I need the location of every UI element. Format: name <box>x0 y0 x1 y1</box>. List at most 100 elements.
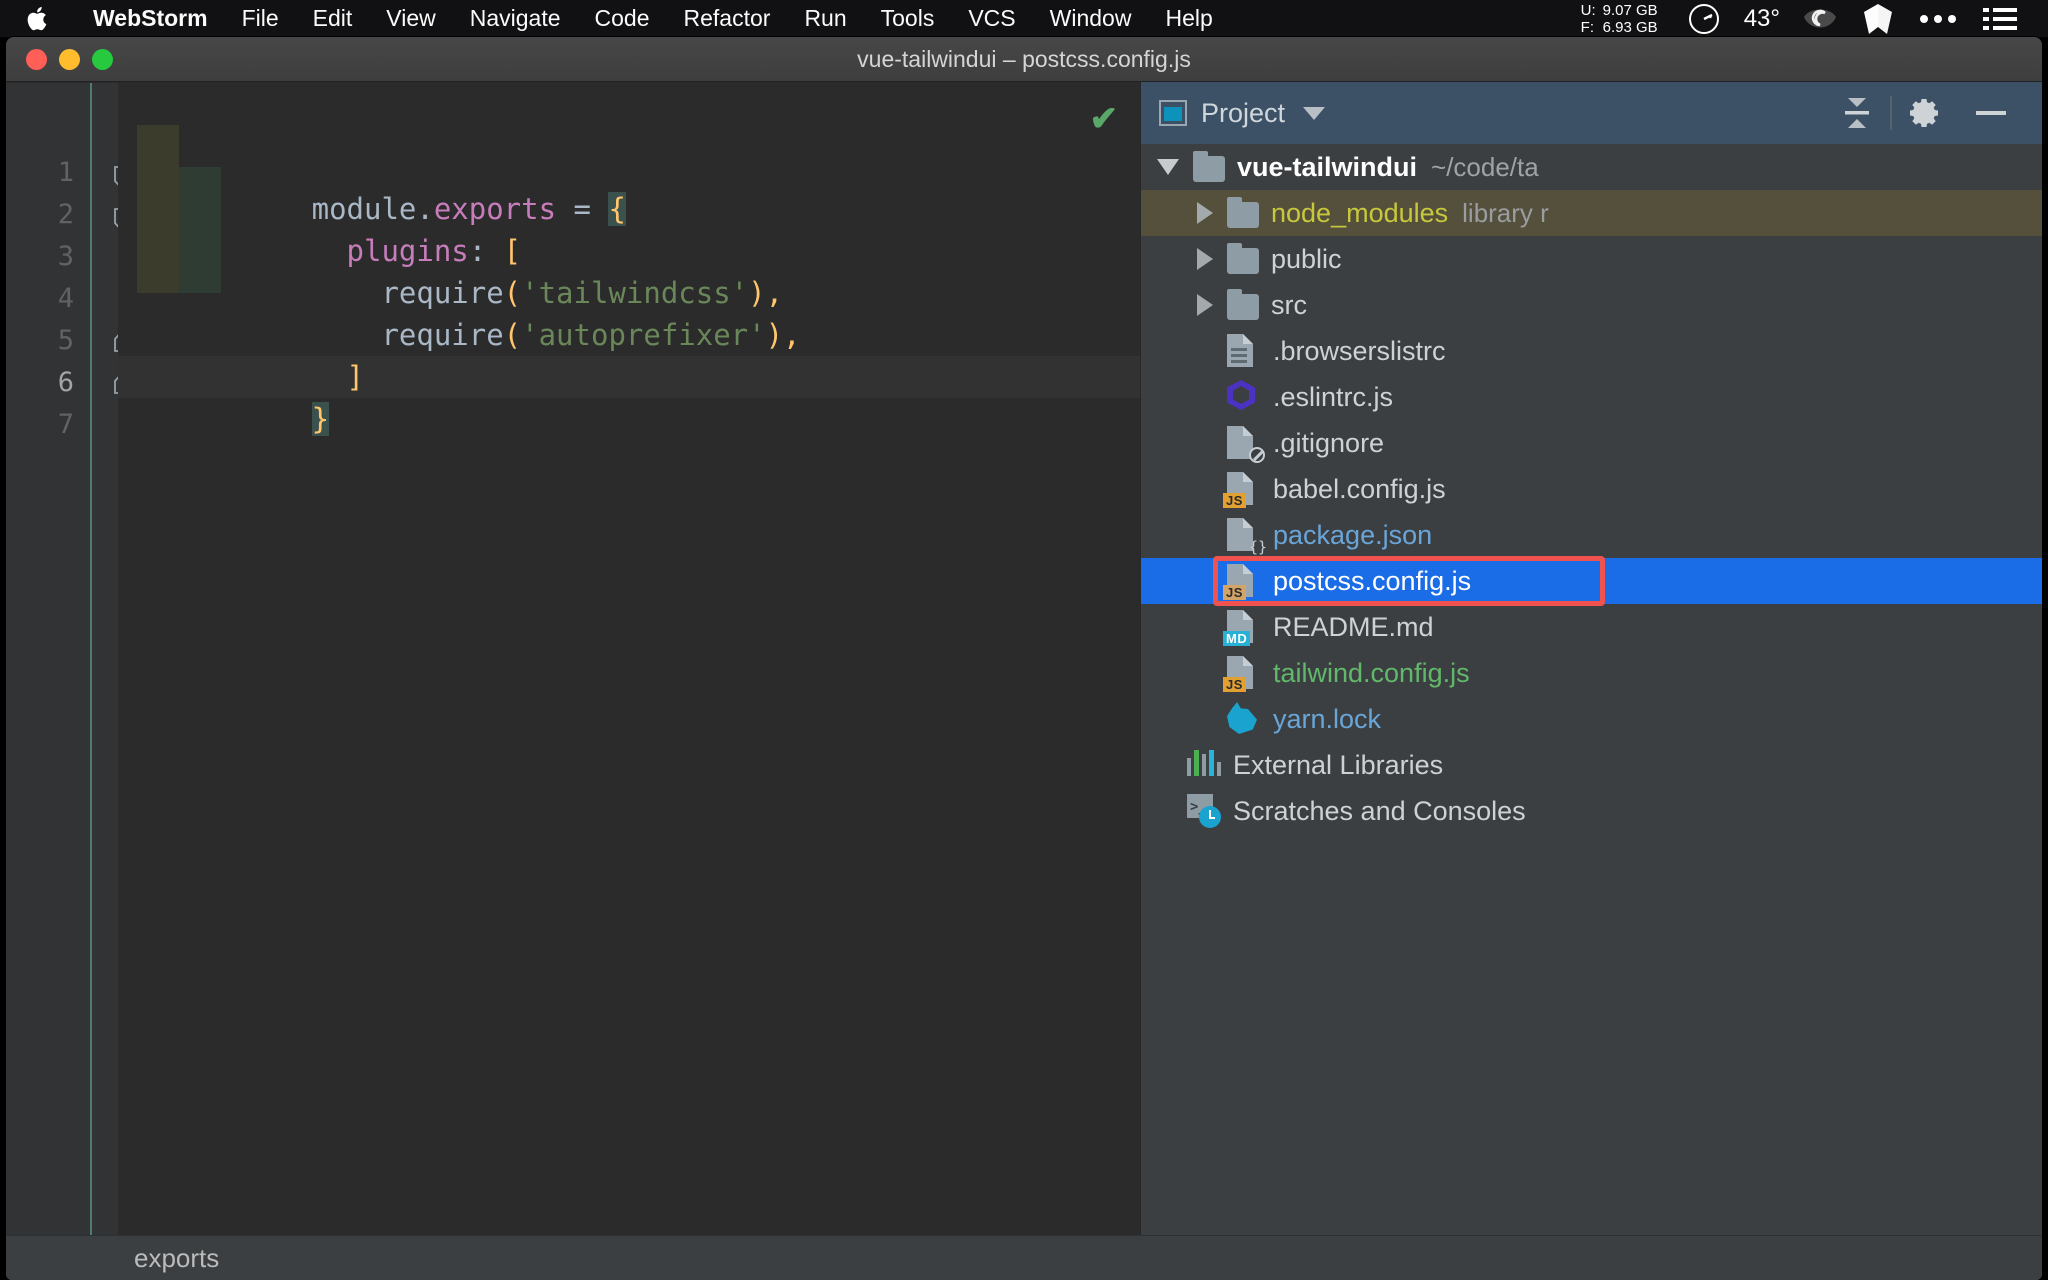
tree-item-eslintrc[interactable]: .eslintrc.js <box>1141 374 2042 420</box>
line-number-7: 7 <box>57 409 74 440</box>
project-file-tree[interactable]: vue-tailwindui ~/code/ta node_modules li… <box>1141 144 2042 1280</box>
js-file-icon: JS <box>1223 656 1261 692</box>
tree-item-label: .gitignore <box>1273 427 1385 458</box>
tree-item-vue-tailwindui[interactable]: vue-tailwindui ~/code/ta <box>1141 144 2042 190</box>
folder-icon <box>1227 197 1259 228</box>
menu-code[interactable]: Code <box>578 0 667 37</box>
gutter-divider <box>90 83 92 1280</box>
tree-item-label: babel.config.js <box>1273 473 1446 504</box>
tree-item-label: .browserslistrc <box>1273 335 1446 366</box>
code-editor[interactable]: 1 2 3 4 5 6 7 module.exports = {plugins… <box>6 82 1140 1280</box>
menu-file[interactable]: File <box>225 0 296 37</box>
menu-help[interactable]: Help <box>1148 0 1229 37</box>
menu-view[interactable]: View <box>369 0 452 37</box>
chevron-down-icon[interactable] <box>1157 159 1179 175</box>
shield-icon[interactable] <box>1863 3 1893 35</box>
speedometer-icon[interactable] <box>1687 2 1721 36</box>
menu-window[interactable]: Window <box>1033 0 1149 37</box>
menu-vcs[interactable]: VCS <box>951 0 1032 37</box>
chevron-right-icon[interactable] <box>1197 294 1213 316</box>
tree-item-label: yarn.lock <box>1273 703 1382 734</box>
yarn-file-icon <box>1227 702 1261 736</box>
tree-item-label: postcss.config.js <box>1273 565 1472 596</box>
macos-menu-bar: WebStorm File Edit View Navigate Code Re… <box>0 0 2048 37</box>
md-file-icon: MD <box>1223 610 1261 646</box>
tree-item-external-libraries[interactable]: External Libraries <box>1141 742 2042 788</box>
temperature-indicator[interactable]: 43° <box>1744 5 1780 33</box>
tree-item-package-json[interactable]: {} package.json <box>1141 512 2042 558</box>
minimize-icon[interactable] <box>1974 107 2008 119</box>
line-number-3: 3 <box>57 241 74 272</box>
token: } <box>311 402 330 436</box>
memory-used-label: U: <box>1580 1 1596 19</box>
window-titlebar: vue-tailwindui – postcss.config.js <box>6 37 2042 82</box>
folder-icon <box>1227 243 1259 274</box>
menu-navigate[interactable]: Navigate <box>453 0 578 37</box>
text-file-icon <box>1227 334 1261 368</box>
window-title: vue-tailwindui – postcss.config.js <box>857 45 1191 72</box>
gear-icon[interactable] <box>1908 96 1942 130</box>
breadcrumb[interactable]: exports <box>134 1243 219 1274</box>
memory-indicator[interactable]: U: F: 9.07 GB 6.93 GB <box>1581 2 1658 36</box>
menu-tools[interactable]: Tools <box>864 0 952 37</box>
code-line-6: } <box>137 356 1159 436</box>
ellipsis-icon[interactable] <box>1919 12 1957 26</box>
header-divider <box>1890 96 1892 130</box>
tree-item-label: README.md <box>1273 611 1434 642</box>
external-libraries-icon <box>1187 748 1222 782</box>
inspection-status-icon[interactable]: ✔ <box>1090 99 1119 139</box>
line-number-1: 1 <box>57 157 74 188</box>
project-tool-window: Project vue-tailwindui ~/code/ta node_mo… <box>1140 82 2042 1280</box>
js-file-icon: JS <box>1223 472 1261 508</box>
tree-item-tailwind-config[interactable]: JS tailwind.config.js <box>1141 650 2042 696</box>
code-line-2: plugins: [ <box>137 188 1159 268</box>
control-center-icon[interactable] <box>1983 5 2017 33</box>
eye-icon[interactable] <box>1803 3 1837 35</box>
memory-free-value: 6.93 GB <box>1602 18 1658 36</box>
tree-item-node-modules[interactable]: node_modules library r <box>1141 190 2042 236</box>
gitignore-file-icon <box>1227 426 1265 463</box>
tree-item-label: src <box>1271 289 1307 320</box>
tree-item-public[interactable]: public <box>1141 236 2042 282</box>
project-panel-title[interactable]: Project <box>1201 98 1285 129</box>
tree-item-postcss-config[interactable]: JS postcss.config.js <box>1141 558 2042 604</box>
chevron-right-icon[interactable] <box>1197 248 1213 270</box>
webstorm-window: vue-tailwindui – postcss.config.js 1 2 3… <box>6 37 2042 1280</box>
tree-item-label: tailwind.config.js <box>1273 657 1470 688</box>
tree-item-yarn-lock[interactable]: yarn.lock <box>1141 696 2042 742</box>
project-panel-header: Project <box>1141 82 2042 144</box>
menu-refactor[interactable]: Refactor <box>667 0 788 37</box>
tree-item-babel-config[interactable]: JS babel.config.js <box>1141 466 2042 512</box>
code-line-1: module.exports = { <box>137 146 1159 226</box>
ide-body: 1 2 3 4 5 6 7 module.exports = {plugins… <box>6 82 2042 1280</box>
tree-item-label: node_modules <box>1271 197 1449 228</box>
tree-item-label: Scratches and Consoles <box>1233 795 1526 826</box>
tree-item-label: External Libraries <box>1233 749 1444 780</box>
tree-item-gitignore[interactable]: .gitignore <box>1141 420 2042 466</box>
collapse-all-icon[interactable] <box>1840 94 1874 132</box>
tree-item-src[interactable]: src <box>1141 282 2042 328</box>
tree-item-readme[interactable]: MD README.md <box>1141 604 2042 650</box>
menu-bar-status-area: U: F: 9.07 GB 6.93 GB 43° <box>1581 0 2048 37</box>
editor-gutter[interactable]: 1 2 3 4 5 6 7 <box>6 83 118 1280</box>
memory-free-label: F: <box>1580 18 1594 36</box>
eslint-icon <box>1227 380 1261 414</box>
js-file-icon: JS <box>1223 564 1261 600</box>
project-window-icon <box>1159 100 1187 126</box>
scratches-icon: >_ <box>1187 794 1221 828</box>
menu-webstorm[interactable]: WebStorm <box>76 0 225 37</box>
chevron-down-icon[interactable] <box>1303 106 1326 120</box>
menu-run[interactable]: Run <box>787 0 863 37</box>
status-bar: exports <box>6 1235 2042 1280</box>
json-file-icon: {} <box>1227 518 1267 556</box>
tree-item-browserslistrc[interactable]: .browserslistrc <box>1141 328 2042 374</box>
chevron-right-icon[interactable] <box>1197 202 1213 224</box>
apple-logo-icon[interactable] <box>24 2 54 36</box>
tree-item-scratches-consoles[interactable]: >_ Scratches and Consoles <box>1141 788 2042 834</box>
line-number-6: 6 <box>57 367 74 398</box>
code-text-area[interactable]: module.exports = { plugins: [ require('t… <box>118 83 1140 1280</box>
menu-edit[interactable]: Edit <box>296 0 370 37</box>
tree-item-label: vue-tailwindui <box>1237 151 1418 182</box>
tree-item-path: ~/code/ta <box>1431 151 1539 182</box>
tree-item-label: public <box>1271 243 1342 274</box>
